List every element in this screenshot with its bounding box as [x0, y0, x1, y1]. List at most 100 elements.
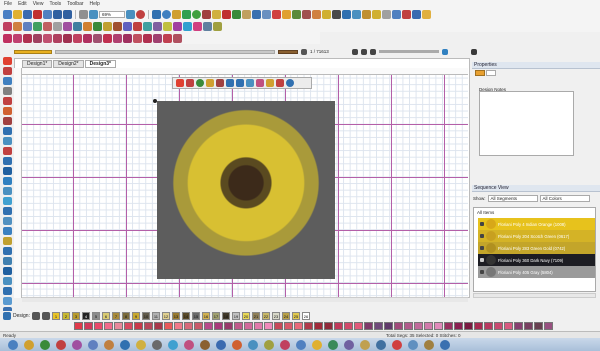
palette-color[interactable]	[74, 322, 83, 330]
tool-b-icon[interactable]	[212, 9, 221, 19]
visibility-toggle[interactable]	[480, 246, 484, 250]
speed-slider[interactable]	[378, 50, 439, 53]
layer-n-icon[interactable]	[133, 33, 142, 43]
new-icon[interactable]	[3, 9, 12, 19]
layer-l-icon[interactable]	[113, 33, 122, 43]
layer-i-icon[interactable]	[83, 33, 92, 43]
palette-color[interactable]	[434, 322, 443, 330]
needle-icon[interactable]	[2, 147, 12, 155]
rect-icon[interactable]	[53, 21, 62, 31]
palette-color[interactable]	[364, 322, 373, 330]
dock-app-icon[interactable]	[424, 339, 434, 350]
array-icon[interactable]	[2, 287, 12, 295]
tool-q-icon[interactable]	[362, 9, 371, 19]
print-icon[interactable]	[43, 9, 52, 19]
dock-app-icon[interactable]	[440, 339, 450, 350]
palette-color[interactable]	[214, 322, 223, 330]
palette-color[interactable]	[224, 322, 233, 330]
knife-icon[interactable]	[2, 107, 12, 115]
dock-app-icon[interactable]	[280, 339, 290, 350]
outline-icon[interactable]	[2, 217, 12, 225]
palette-color[interactable]	[534, 322, 543, 330]
tool-l-icon[interactable]	[312, 9, 321, 19]
layer-c-icon[interactable]	[23, 33, 32, 43]
tool-f-icon[interactable]	[252, 9, 261, 19]
thread-swatch[interactable]: 17	[211, 312, 220, 320]
dock-app-icon[interactable]	[232, 339, 242, 350]
tool-r-icon[interactable]	[372, 9, 381, 19]
sequence-item[interactable]: Floriani Poly 204 Scotch Green (0617)	[478, 230, 595, 242]
bead-icon[interactable]	[193, 21, 202, 31]
palette-color[interactable]	[544, 322, 553, 330]
dock-app-icon[interactable]	[56, 339, 66, 350]
dock-app-icon[interactable]	[104, 339, 114, 350]
palette-color[interactable]	[294, 322, 303, 330]
visibility-toggle[interactable]	[480, 270, 484, 274]
palette-color[interactable]	[164, 322, 173, 330]
tab-design2[interactable]: Design2*	[53, 60, 84, 68]
thread-swatch[interactable]: 18	[221, 312, 230, 320]
split-icon[interactable]	[2, 227, 12, 235]
star-icon[interactable]	[63, 21, 72, 31]
tool-p-icon[interactable]	[352, 9, 361, 19]
tool-t-icon[interactable]	[392, 9, 401, 19]
pan-icon[interactable]	[2, 87, 12, 95]
palette-color[interactable]	[94, 322, 103, 330]
pencil-icon[interactable]	[2, 97, 12, 105]
menu-help[interactable]: Help	[90, 1, 100, 7]
thread-swatch[interactable]: 1	[51, 312, 60, 320]
segments-select[interactable]: All Segments	[487, 195, 538, 202]
thread-swatch[interactable]: 7	[111, 312, 120, 320]
palette-color[interactable]	[84, 322, 93, 330]
layer-k-icon[interactable]	[103, 33, 112, 43]
mirror-icon[interactable]	[2, 277, 12, 285]
dock-app-icon[interactable]	[152, 339, 162, 350]
fill-icon[interactable]	[192, 9, 201, 19]
layer-e-icon[interactable]	[43, 33, 52, 43]
open-icon[interactable]	[13, 9, 22, 19]
palette-color[interactable]	[204, 322, 213, 330]
all-items-row[interactable]: All Items	[474, 208, 595, 218]
palette-color[interactable]	[254, 322, 263, 330]
quilt-icon[interactable]	[153, 21, 162, 31]
palette-color[interactable]	[454, 322, 463, 330]
thread-swatch[interactable]: 20	[241, 312, 250, 320]
fill-stitch-icon[interactable]	[2, 167, 12, 175]
dock-app-icon[interactable]	[8, 339, 18, 350]
palette-color[interactable]	[524, 322, 533, 330]
thread-swatch[interactable]: 9	[131, 312, 140, 320]
thread-swatch[interactable]: 24	[281, 312, 290, 320]
move-icon[interactable]	[226, 79, 234, 87]
layer-h-icon[interactable]	[73, 33, 82, 43]
thread-swatch[interactable]: 16	[201, 312, 210, 320]
brush-icon[interactable]	[182, 9, 191, 19]
palette-color[interactable]	[264, 322, 273, 330]
dock-app-icon[interactable]	[264, 339, 274, 350]
thread-swatch[interactable]: 14	[181, 312, 190, 320]
monogram-icon[interactable]	[113, 21, 122, 31]
layer-p-icon[interactable]	[153, 33, 162, 43]
palette-color[interactable]	[134, 322, 143, 330]
palette-color[interactable]	[424, 322, 433, 330]
node-icon[interactable]	[2, 77, 12, 85]
palette-color[interactable]	[144, 322, 153, 330]
palette-color[interactable]	[474, 322, 483, 330]
tree-icon[interactable]	[93, 21, 102, 31]
palette-color[interactable]	[344, 322, 353, 330]
circle-icon[interactable]	[43, 21, 52, 31]
stop-icon[interactable]	[136, 9, 145, 19]
palette-color[interactable]	[284, 322, 293, 330]
hoop-icon[interactable]	[2, 247, 12, 255]
visibility-toggle[interactable]	[480, 258, 484, 262]
selection-handle[interactable]	[153, 99, 157, 103]
thread-swatch[interactable]: 10	[141, 312, 150, 320]
visibility-toggle[interactable]	[480, 234, 484, 238]
menu-edit[interactable]: Edit	[18, 1, 27, 7]
sun-icon[interactable]	[103, 21, 112, 31]
thread-swatch[interactable]: 26	[301, 312, 310, 320]
sequence-scrollbar[interactable]	[473, 293, 596, 298]
ruler-icon[interactable]	[2, 297, 12, 305]
tool-i-icon[interactable]	[282, 9, 291, 19]
palette-color[interactable]	[414, 322, 423, 330]
grid-tool-icon[interactable]	[203, 21, 212, 31]
